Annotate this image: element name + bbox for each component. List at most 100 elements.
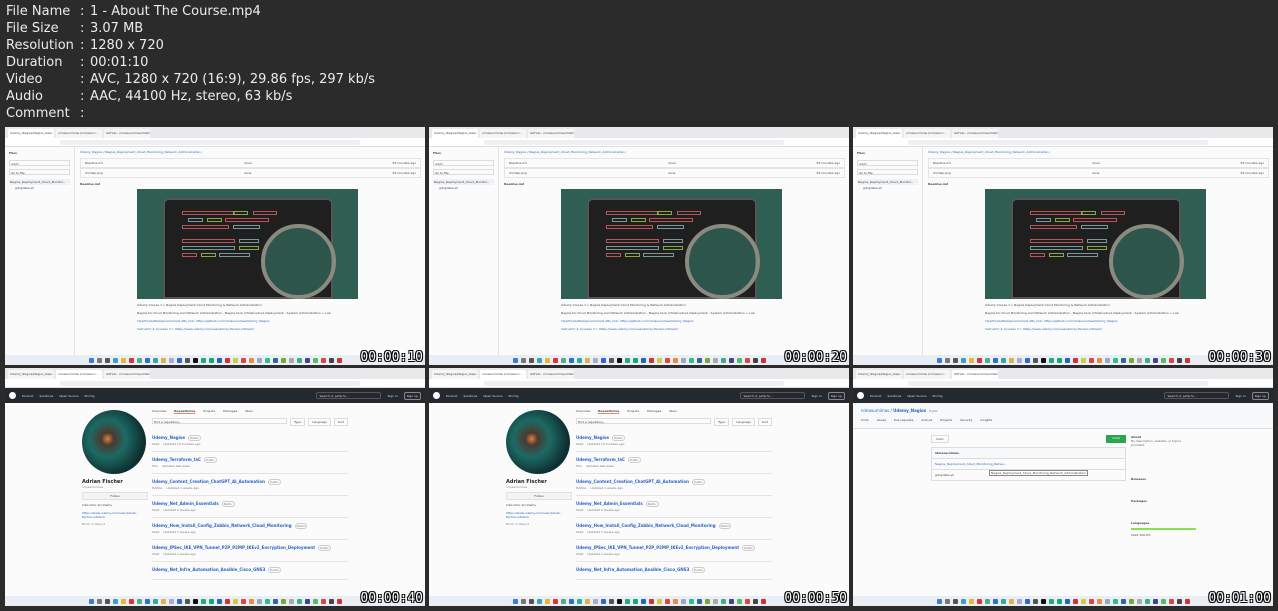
taskbar-app-icon[interactable] [704,357,710,363]
repo-tab[interactable]: Pull requests [894,418,913,422]
sign-in-link[interactable]: Sign in [387,394,397,398]
taskbar-app-icon[interactable] [328,357,334,363]
taskbar-app-icon[interactable] [200,598,206,604]
nav-item[interactable]: Product [446,394,457,398]
taskbar-app-icon[interactable] [520,357,526,363]
taskbar-app-icon[interactable] [1040,357,1046,363]
video-thumbnail[interactable]: Udemy_Nagios/Nagios_Depl... nimasurnimas … [429,368,849,606]
sign-in-link[interactable]: Sign in [811,394,821,398]
taskbar-app-icon[interactable] [944,598,950,604]
repo-tab[interactable]: Security [960,418,972,422]
url-field[interactable] [484,380,784,386]
taskbar-app-icon[interactable] [688,357,694,363]
sign-in-link[interactable]: Sign in [1235,394,1245,398]
taskbar-app-icon[interactable] [248,598,254,604]
browser-tab[interactable]: GitHub - nimasurnimas/Udemy... [528,370,574,379]
taskbar-app-icon[interactable] [304,357,310,363]
taskbar-app-icon[interactable] [1128,598,1134,604]
taskbar-app-icon[interactable] [760,357,766,363]
taskbar-app-icon[interactable] [1000,357,1006,363]
taskbar-app-icon[interactable] [336,357,342,363]
repo-link[interactable]: Udemy_Net_Admin_Essentials [576,501,643,506]
profile-tab[interactable]: Packages [647,409,661,414]
taskbar-app-icon[interactable] [1024,357,1030,363]
taskbar-app-icon[interactable] [704,598,710,604]
taskbar-app-icon[interactable] [128,598,134,604]
taskbar-app-icon[interactable] [152,598,158,604]
taskbar-app-icon[interactable] [544,357,550,363]
taskbar-app-icon[interactable] [296,357,302,363]
taskbar-app-icon[interactable] [280,357,286,363]
taskbar-app-icon[interactable] [576,598,582,604]
url-field[interactable] [908,139,1208,145]
code-button[interactable]: Code [1106,435,1126,443]
video-thumbnail[interactable]: Udemy_Nagios/Nagios_Depl... nimasurnimas … [853,127,1273,365]
browser-tab[interactable]: GitHub - nimasurnimas/Udemy... [952,129,998,138]
taskbar-app-icon[interactable] [552,357,558,363]
taskbar-app-icon[interactable] [1120,598,1126,604]
taskbar-app-icon[interactable] [256,598,262,604]
browser-tab[interactable]: GitHub - nimasurnimas/Udemy... [104,370,150,379]
taskbar-app-icon[interactable] [1072,357,1078,363]
taskbar-app-icon[interactable] [1016,357,1022,363]
taskbar-app-icon[interactable] [1104,357,1110,363]
taskbar-app-icon[interactable] [1088,598,1094,604]
taskbar-app-icon[interactable] [224,598,230,604]
nav-item[interactable]: Open Source [483,394,502,398]
taskbar-app-icon[interactable] [936,598,942,604]
taskbar-app-icon[interactable] [176,357,182,363]
repo-link[interactable]: Udemy_IPSec_IKE_VPN_Tunnel_P2P_P2MP_IKEv… [152,545,315,550]
search-input[interactable]: Search or jump to... [316,392,382,399]
taskbar-app-icon[interactable] [1152,357,1158,363]
taskbar-app-icon[interactable] [512,598,518,604]
repo-link[interactable]: Udemy_Nagios [576,435,609,440]
repo-tab[interactable]: Code [861,418,869,422]
taskbar-app-icon[interactable] [192,357,198,363]
taskbar-app-icon[interactable] [176,598,182,604]
taskbar-app-icon[interactable] [112,598,118,604]
taskbar-app-icon[interactable] [1104,598,1110,604]
repo-tab[interactable]: Insights [980,418,992,422]
repo-link[interactable]: Udemy_Nagios [152,435,185,440]
browser-tab[interactable]: nimasurnimas (nimasurn... [480,129,526,138]
search-input[interactable]: Search or jump to... [740,392,806,399]
taskbar-app-icon[interactable] [144,598,150,604]
taskbar-app-icon[interactable] [720,598,726,604]
taskbar-app-icon[interactable] [1152,598,1158,604]
sign-up-button[interactable]: Sign up [1251,391,1269,400]
taskbar-app-icon[interactable] [728,357,734,363]
repo-name-link[interactable]: Udemy_Nagios [893,408,926,413]
sign-up-button[interactable]: Sign up [403,391,421,400]
taskbar-app-icon[interactable] [584,598,590,604]
taskbar-app-icon[interactable] [968,598,974,604]
taskbar-app-icon[interactable] [1096,598,1102,604]
browser-tab[interactable]: GitHub - nimasurnimas/Udemy... [528,129,574,138]
taskbar-app-icon[interactable] [600,598,606,604]
taskbar-app-icon[interactable] [680,357,686,363]
taskbar-app-icon[interactable] [296,598,302,604]
filter-button[interactable]: Language [732,418,755,426]
taskbar-app-icon[interactable] [624,598,630,604]
taskbar-app-icon[interactable] [616,598,622,604]
taskbar-app-icon[interactable] [1120,357,1126,363]
taskbar-app-icon[interactable] [1080,598,1086,604]
taskbar-app-icon[interactable] [248,357,254,363]
url-field[interactable] [60,139,360,145]
taskbar-app-icon[interactable] [640,598,646,604]
taskbar-app-icon[interactable] [216,598,222,604]
browser-tab[interactable]: GitHub - nimasurnimas/Udemy... [952,370,998,379]
repo-tab[interactable]: Projects [940,418,952,422]
video-thumbnail[interactable]: Udemy_Nagios/Nagios_Depl... nimasurnimas … [5,127,425,365]
taskbar-app-icon[interactable] [696,357,702,363]
taskbar-app-icon[interactable] [936,357,942,363]
taskbar-app-icon[interactable] [232,598,238,604]
repo-tab[interactable]: Actions [921,418,932,422]
taskbar-app-icon[interactable] [592,357,598,363]
url-field[interactable] [60,380,360,386]
taskbar-app-icon[interactable] [264,357,270,363]
taskbar-app-icon[interactable] [1176,598,1182,604]
taskbar-app-icon[interactable] [120,598,126,604]
taskbar-app-icon[interactable] [1008,357,1014,363]
taskbar-app-icon[interactable] [1144,357,1150,363]
taskbar-app-icon[interactable] [128,357,134,363]
